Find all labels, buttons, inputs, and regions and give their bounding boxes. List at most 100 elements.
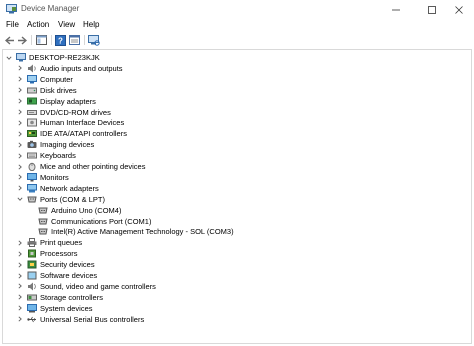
- sound-controller-icon: [27, 282, 37, 291]
- tree-category-imaging-devices[interactable]: Imaging devices: [16, 139, 94, 150]
- storage-controller-icon: [27, 293, 37, 302]
- chevron-down-icon[interactable]: [16, 194, 24, 205]
- tree-node-label: Processors: [40, 249, 78, 259]
- chevron-right-icon[interactable]: [16, 107, 24, 118]
- chevron-right-icon[interactable]: [16, 259, 24, 270]
- chevron-right-icon[interactable]: [16, 314, 24, 325]
- tree-category-mice-and-other-pointing-devices[interactable]: Mice and other pointing devices: [16, 161, 145, 172]
- scan-hardware-button[interactable]: [87, 34, 100, 46]
- monitor-icon: [27, 172, 37, 182]
- tree-category-display-adapters[interactable]: Display adapters: [16, 96, 96, 107]
- help-icon: ?: [55, 34, 66, 46]
- tree-category-network-adapters[interactable]: Network adapters: [16, 183, 99, 194]
- chevron-right-icon[interactable]: [16, 172, 24, 183]
- tree-category-system-devices[interactable]: System devices: [16, 303, 93, 314]
- tree-category-software-devices[interactable]: Software devices: [16, 270, 97, 281]
- help-button[interactable]: ?: [54, 34, 67, 46]
- tree-category-ports-com-lpt[interactable]: Ports (COM & LPT): [16, 194, 105, 205]
- chevron-right-icon[interactable]: [16, 183, 24, 194]
- tree-category-ide-ata-atapi-controllers[interactable]: IDE ATA/ATAPI controllers: [16, 128, 127, 139]
- tree-node-label: Print queues: [40, 238, 83, 248]
- chevron-right-icon[interactable]: [16, 303, 24, 314]
- tree-node-label: Audio inputs and outputs: [40, 63, 123, 73]
- forward-button[interactable]: [15, 34, 28, 46]
- tree-node-label: Display adapters: [40, 96, 96, 106]
- disk-drive-icon: [27, 86, 37, 95]
- chevron-right-icon[interactable]: [16, 74, 24, 85]
- tree-node-label: Network adapters: [40, 183, 99, 193]
- forward-icon: [17, 35, 27, 45]
- menu-help[interactable]: Help: [83, 20, 99, 29]
- speaker-icon: [27, 64, 37, 73]
- chevron-right-icon[interactable]: [16, 96, 24, 107]
- tree-category-dvd-cd-rom-drives[interactable]: DVD/CD-ROM drives: [16, 107, 111, 118]
- menu-view[interactable]: View: [58, 20, 75, 29]
- tree-node-label: Imaging devices: [40, 140, 95, 150]
- tree-category-computer[interactable]: Computer: [16, 74, 73, 85]
- tree-root-computer[interactable]: DESKTOP-RE23KJK: [5, 52, 100, 63]
- tree-node-label: DVD/CD-ROM drives: [40, 107, 111, 117]
- properties-icon: [69, 35, 80, 45]
- port-device-icon: [38, 227, 48, 236]
- tree-category-sound-video-and-game-controllers[interactable]: Sound, video and game controllers: [16, 281, 156, 292]
- tree-device-communications-port-com1[interactable]: Communications Port (COM1): [27, 216, 151, 227]
- tree-category-human-interface-devices[interactable]: Human Interface Devices: [16, 117, 124, 128]
- chevron-right-icon[interactable]: [16, 161, 24, 172]
- tree-node-label: Intel(R) Active Management Technology - …: [51, 227, 234, 237]
- tree-device-intel-r-active-management-technology-sol-com3[interactable]: Intel(R) Active Management Technology - …: [27, 226, 234, 237]
- chevron-right-icon[interactable]: [16, 292, 24, 303]
- tree-category-monitors[interactable]: Monitors: [16, 172, 69, 183]
- chevron-right-icon[interactable]: [16, 281, 24, 292]
- menu-action[interactable]: Action: [27, 20, 49, 29]
- close-button[interactable]: [443, 0, 474, 19]
- tree-category-audio-inputs-and-outputs[interactable]: Audio inputs and outputs: [16, 63, 123, 74]
- tree-node-label: Monitors: [40, 172, 69, 182]
- tree-node-label: IDE ATA/ATAPI controllers: [40, 129, 127, 139]
- menu-file[interactable]: File: [6, 20, 19, 29]
- port-icon: [27, 195, 37, 204]
- tree-category-keyboards[interactable]: Keyboards: [16, 150, 76, 161]
- usb-icon: [27, 315, 37, 324]
- chevron-right-icon[interactable]: [16, 150, 24, 161]
- minimize-icon: [391, 9, 400, 10]
- processor-icon: [27, 249, 37, 258]
- tree-node-label: Computer: [40, 74, 73, 84]
- tree-category-print-queues[interactable]: Print queues: [16, 237, 82, 248]
- show-hide-console-tree-button[interactable]: [35, 34, 48, 46]
- tree-category-storage-controllers[interactable]: Storage controllers: [16, 292, 103, 303]
- window-title: Device Manager: [21, 4, 80, 13]
- scan-hardware-icon: [87, 34, 100, 46]
- tree-category-disk-drives[interactable]: Disk drives: [16, 85, 77, 96]
- tree-category-security-devices[interactable]: Security devices: [16, 259, 95, 270]
- hid-icon: [27, 118, 37, 127]
- tree-node-label: Security devices: [40, 260, 95, 270]
- tree-node-label: Communications Port (COM1): [51, 216, 152, 226]
- svg-text:?: ?: [58, 36, 63, 45]
- chevron-down-icon[interactable]: [5, 52, 13, 63]
- tree-category-universal-serial-bus-controllers[interactable]: Universal Serial Bus controllers: [16, 314, 144, 325]
- close-icon: [454, 5, 463, 14]
- chevron-right-icon[interactable]: [16, 85, 24, 96]
- properties-button[interactable]: [68, 34, 81, 46]
- chevron-right-icon[interactable]: [16, 139, 24, 150]
- computer-icon: [27, 74, 37, 84]
- tree-node-label: Disk drives: [40, 85, 77, 95]
- tree-node-label: Keyboards: [40, 151, 76, 161]
- dvd-drive-icon: [27, 108, 37, 117]
- chevron-right-icon[interactable]: [16, 117, 24, 128]
- toolbar-separator: [84, 35, 85, 45]
- minimize-button[interactable]: [380, 0, 411, 19]
- chevron-right-icon[interactable]: [16, 237, 24, 248]
- software-device-icon: [27, 271, 37, 280]
- mouse-icon: [27, 162, 37, 171]
- tree-device-arduino-uno-com4[interactable]: Arduino Uno (COM4): [27, 205, 121, 216]
- chevron-right-icon[interactable]: [16, 128, 24, 139]
- chevron-right-icon[interactable]: [16, 63, 24, 74]
- chevron-right-icon[interactable]: [16, 270, 24, 281]
- security-device-icon: [27, 260, 37, 269]
- chevron-right-icon[interactable]: [16, 248, 24, 259]
- tree-category-processors[interactable]: Processors: [16, 248, 78, 259]
- menu-bar: File Action View Help: [0, 19, 474, 32]
- maximize-icon: [427, 5, 436, 14]
